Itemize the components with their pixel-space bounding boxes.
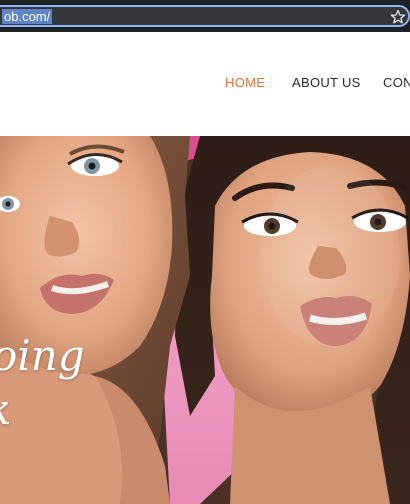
address-bar-input[interactable]: ob.com/ xyxy=(0,5,410,27)
star-icon[interactable] xyxy=(390,9,406,25)
site-header: HOME ABOUT US CONT xyxy=(0,32,410,136)
hero-headline-line2: k xyxy=(0,386,11,434)
hero-image xyxy=(0,136,410,504)
url-text[interactable]: ob.com/ xyxy=(2,9,53,24)
nav-contact-link[interactable]: CONT xyxy=(383,75,410,90)
hero-headline-line1: oing xyxy=(0,331,85,380)
nav-home-link[interactable]: HOME xyxy=(225,75,265,90)
nav-about-link[interactable]: ABOUT US xyxy=(292,75,361,90)
browser-toolbar: ob.com/ xyxy=(0,0,410,32)
hero-banner: oing k xyxy=(0,136,410,504)
